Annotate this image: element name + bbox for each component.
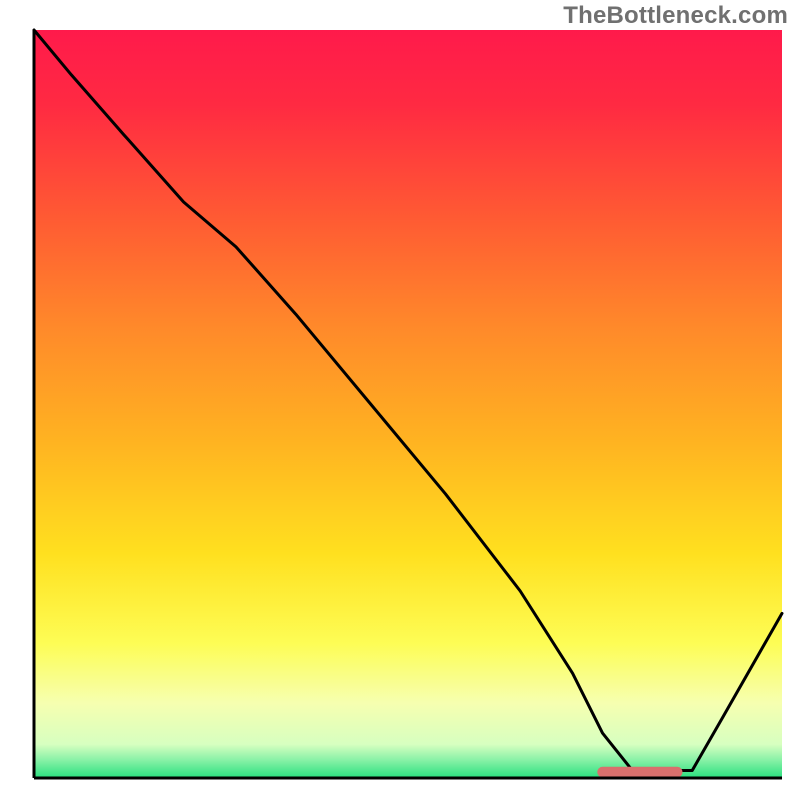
bottleneck-chart [0,0,800,800]
watermark-text: TheBottleneck.com [563,2,788,30]
chart-frame: TheBottleneck.com [0,0,800,800]
plot-background [34,30,782,778]
